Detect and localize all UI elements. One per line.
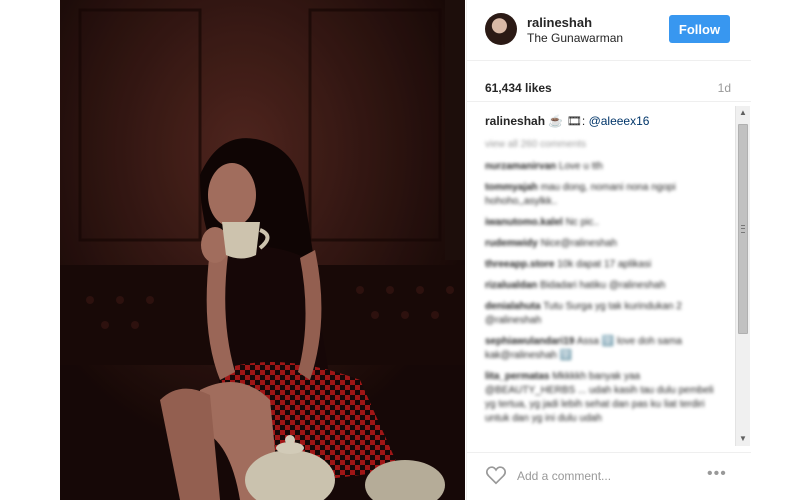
post-detail-panel: ralineshah The Gunawarman Follow 61,434 … [466, 0, 751, 500]
post-photo[interactable] [60, 0, 465, 500]
comment-item: sephiawulandari19 Assa 🈳 love doh sama k… [485, 335, 725, 363]
comment-item: iwanutomo.kalel Nc pic.. [485, 216, 725, 230]
photo-illustration [60, 0, 465, 500]
scroll-down-arrow-icon[interactable]: ▼ [736, 432, 750, 446]
heart-outline-icon[interactable] [485, 464, 507, 486]
post-username[interactable]: ralineshah [527, 15, 592, 30]
scrollbar-thumb[interactable] [738, 124, 748, 334]
comment-text: Love u tth [558, 161, 603, 172]
scroll-up-arrow-icon[interactable]: ▲ [736, 106, 750, 120]
post-footer: ••• [467, 452, 751, 501]
post-time-ago[interactable]: 1d [718, 81, 731, 95]
more-options-icon[interactable]: ••• [707, 465, 727, 483]
comment-user[interactable]: threeapp.store [485, 259, 554, 270]
comment-text: Nice@ralineshah [540, 238, 617, 249]
comment-user[interactable]: rudemwidy [485, 238, 538, 249]
comment-item: lita_permatas Mkkkkh banyak yaa @BEAUTY_… [485, 370, 725, 426]
comments-list: ralineshah ☕ 🎞: @aleeex16 view all 260 c… [467, 102, 733, 448]
comment-text: 10k dapat 17 aplikasi [557, 259, 652, 270]
caption-mention[interactable]: @aleeex16 [589, 114, 650, 128]
likes-count[interactable]: 61,434 likes [485, 81, 552, 95]
avatar[interactable] [485, 13, 517, 45]
comment-item: threeapp.store 10k dapat 17 aplikasi [485, 258, 725, 272]
comments-scrollbar[interactable]: ▲ ▼ [735, 106, 750, 446]
comment-text: Bidadari hatiku @ralineshah [540, 280, 666, 291]
comment-user[interactable]: denialahuta [485, 301, 541, 312]
post-location[interactable]: The Gunawarman [527, 31, 623, 45]
comment-item: rizalualdan Bidadari hatiku @ralineshah [485, 279, 725, 293]
caption: ralineshah ☕ 🎞: @aleeex16 [485, 114, 649, 128]
follow-button[interactable]: Follow [669, 15, 730, 43]
comment-user[interactable]: lita_permatas [485, 371, 549, 382]
post-header: ralineshah The Gunawarman Follow [467, 0, 751, 61]
comment-text: Nc pic.. [565, 217, 599, 228]
post-stats: 61,434 likes 1d [467, 61, 751, 102]
comment-item: denialahuta Tutu Surga yg tak kurindukan… [485, 300, 725, 328]
comment-user[interactable]: iwanutomo.kalel [485, 217, 563, 228]
comments-blurred: view all 260 comments nurzamanirvan Love… [485, 138, 725, 433]
comment-item: tommyajah mau dong, nomani nona ngopi ho… [485, 181, 725, 209]
caption-username[interactable]: ralineshah [485, 114, 545, 128]
comment-user[interactable]: rizalualdan [485, 280, 537, 291]
comment-user[interactable]: sephiawulandari19 [485, 336, 574, 347]
comment-user[interactable]: nurzamanirvan [485, 161, 556, 172]
comment-user[interactable]: tommyajah [485, 182, 538, 193]
add-comment-input[interactable] [515, 463, 699, 489]
grip-icon [741, 225, 745, 233]
comment-item: rudemwidy Nice@ralineshah [485, 237, 725, 251]
caption-emoji: ☕ 🎞: [548, 114, 586, 128]
view-all-comments-link[interactable]: view all 260 comments [485, 138, 725, 152]
comment-item: nurzamanirvan Love u tth [485, 160, 725, 174]
